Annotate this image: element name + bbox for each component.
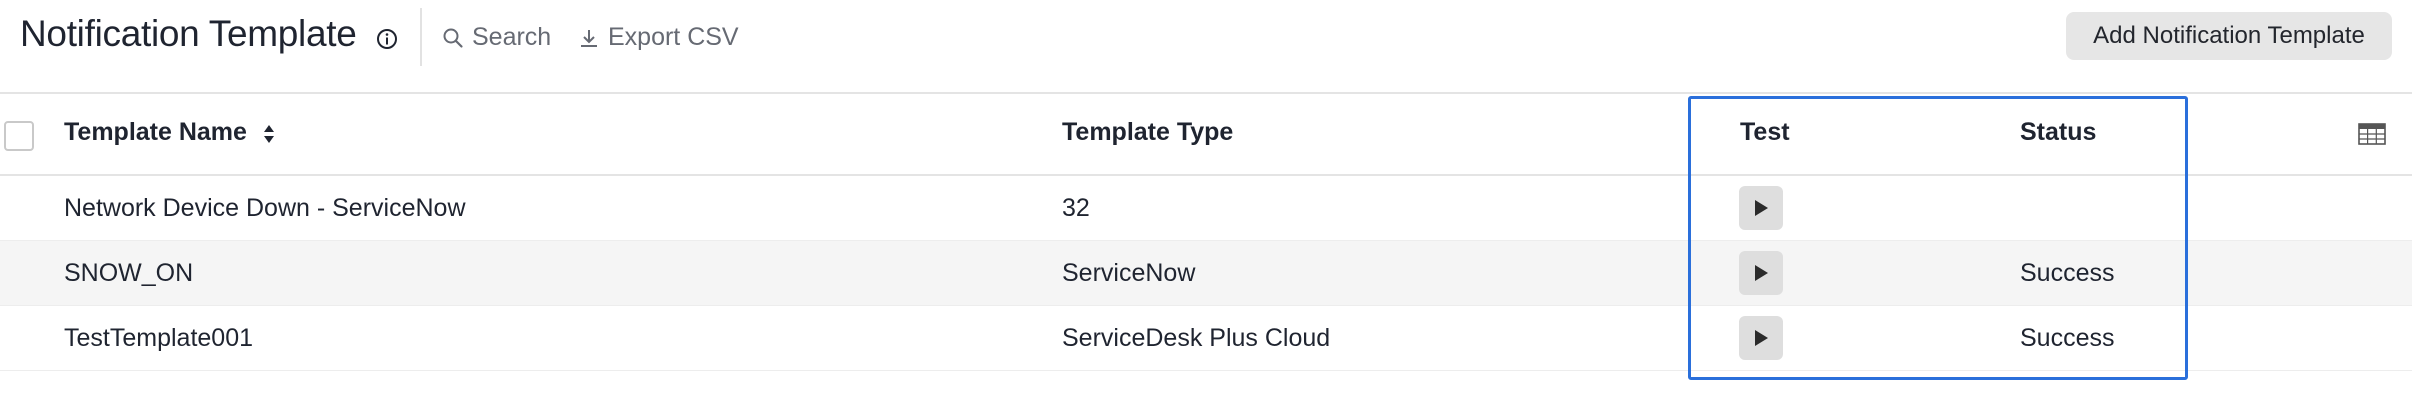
template-table: Template Name Template Type Test Status … bbox=[0, 92, 2412, 371]
test-play-button[interactable] bbox=[1739, 186, 1783, 230]
add-notification-template-button[interactable]: Add Notification Template bbox=[2066, 12, 2392, 60]
table-row[interactable]: TestTemplate001 ServiceDesk Plus Cloud S… bbox=[0, 306, 2412, 371]
header-divider bbox=[420, 8, 422, 66]
table-row[interactable]: Network Device Down - ServiceNow 32 bbox=[0, 176, 2412, 241]
status-cell: Success bbox=[2020, 324, 2115, 352]
play-icon bbox=[1755, 330, 1768, 346]
table-row[interactable]: SNOW_ON ServiceNow Success bbox=[0, 241, 2412, 306]
column-header-template-name[interactable]: Template Name bbox=[64, 118, 247, 147]
download-icon bbox=[581, 29, 597, 47]
column-header-template-type: Template Type bbox=[1062, 118, 1234, 146]
search-label: Search bbox=[472, 23, 552, 51]
search-icon bbox=[443, 28, 463, 48]
sort-icon[interactable] bbox=[262, 123, 276, 145]
play-icon bbox=[1755, 200, 1768, 216]
table-header: Template Name Template Type Test Status bbox=[0, 92, 2412, 176]
info-icon[interactable] bbox=[375, 27, 399, 51]
template-name-cell[interactable]: SNOW_ON bbox=[64, 259, 193, 288]
test-play-button[interactable] bbox=[1739, 251, 1783, 295]
template-name-cell[interactable]: Network Device Down - ServiceNow bbox=[64, 194, 466, 223]
template-type-cell: 32 bbox=[1062, 194, 1090, 222]
export-csv-label: Export CSV bbox=[608, 23, 739, 51]
search-button[interactable]: Search bbox=[442, 23, 551, 52]
column-header-status: Status bbox=[2020, 118, 2097, 146]
template-type-cell: ServiceDesk Plus Cloud bbox=[1062, 324, 1331, 352]
select-all-checkbox[interactable] bbox=[4, 121, 34, 151]
page-header: Notification Template Search Export CSV … bbox=[0, 0, 2412, 92]
play-icon bbox=[1755, 265, 1768, 281]
export-csv-button[interactable]: Export CSV bbox=[578, 23, 739, 52]
template-name-cell[interactable]: TestTemplate001 bbox=[64, 324, 253, 353]
template-type-cell: ServiceNow bbox=[1062, 259, 1196, 287]
column-header-test: Test bbox=[1740, 118, 1790, 146]
table-columns-icon[interactable] bbox=[2358, 123, 2386, 145]
page-title: Notification Template bbox=[20, 13, 357, 54]
status-cell: Success bbox=[2020, 259, 2115, 287]
test-play-button[interactable] bbox=[1739, 316, 1783, 360]
